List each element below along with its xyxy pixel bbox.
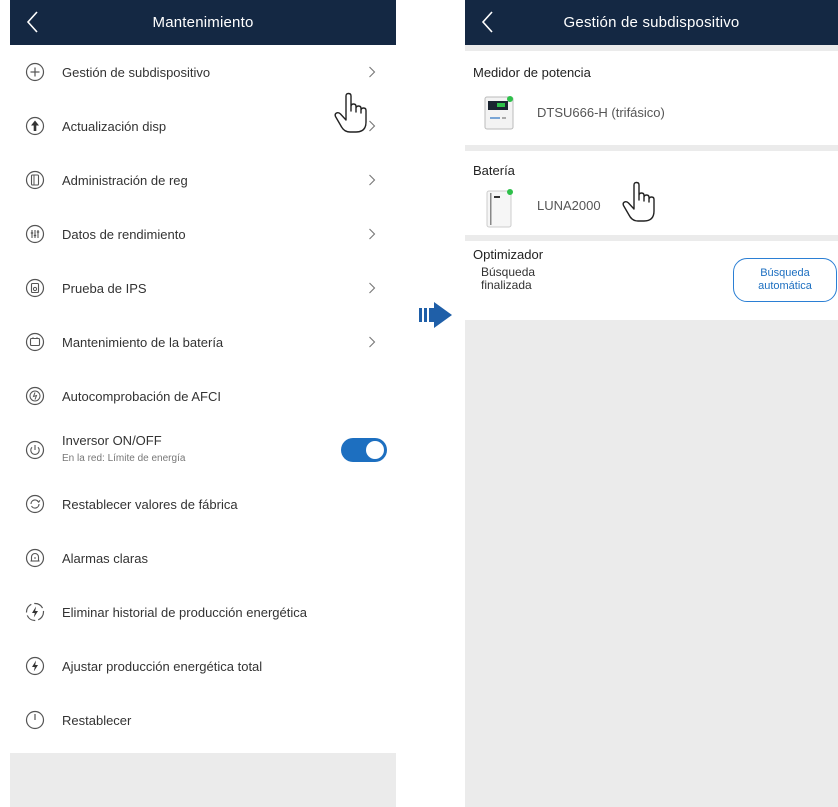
subdevice-management-screen: Gestión de subdispositivo Medidor de pot… bbox=[465, 0, 838, 807]
arrow-right-icon bbox=[419, 302, 452, 328]
menu-item-label: Ajustar producción energética total bbox=[62, 658, 263, 674]
chevron-right-icon bbox=[369, 66, 376, 78]
menu-item-label: Restablecer valores de fábrica bbox=[62, 496, 238, 512]
search-status-text: Búsqueda finalizada bbox=[481, 265, 536, 292]
maintenance-menu: Gestión de subdispositivo Actualización … bbox=[10, 45, 396, 747]
maintenance-screen: Mantenimiento Gestión de subdispositivo … bbox=[10, 0, 396, 807]
log-icon bbox=[25, 170, 45, 190]
inverter-toggle[interactable] bbox=[341, 438, 387, 462]
sliders-icon bbox=[25, 224, 45, 244]
hand-pointer-icon bbox=[334, 92, 367, 133]
auto-search-button[interactable]: Búsqueda automática bbox=[733, 258, 837, 302]
section-title: Medidor de potencia bbox=[473, 65, 591, 80]
chevron-left-icon[interactable] bbox=[24, 9, 42, 35]
chevron-right-icon bbox=[369, 282, 376, 294]
chevron-left-icon[interactable] bbox=[479, 9, 497, 35]
power-reset-icon bbox=[25, 710, 45, 730]
chevron-right-icon bbox=[369, 228, 376, 240]
hand-pointer-icon bbox=[622, 181, 655, 222]
menu-item-label: Restablecer bbox=[62, 712, 132, 728]
reset-factory-icon bbox=[25, 494, 45, 514]
section-title: Batería bbox=[473, 163, 515, 178]
menu-item-ips-test[interactable]: Prueba de IPS bbox=[10, 261, 396, 315]
menu-item-afci-self-test[interactable]: Autocomprobación de AFCI bbox=[10, 369, 396, 423]
battery-device-icon bbox=[486, 189, 513, 228]
menu-item-sublabel: En la red: Límite de energía bbox=[62, 453, 186, 464]
menu-item-label: Gestión de subdispositivo bbox=[62, 64, 211, 80]
menu-item-label: Prueba de IPS bbox=[62, 280, 147, 296]
menu-item-label: Actualización disp bbox=[62, 118, 167, 134]
battery-device-item[interactable] bbox=[483, 187, 515, 229]
menu-item-factory-reset[interactable]: Restablecer valores de fábrica bbox=[10, 477, 396, 531]
plus-circle-icon bbox=[25, 62, 45, 82]
chevron-right-icon bbox=[369, 174, 376, 186]
battery-device-label[interactable]: LUNA2000 bbox=[537, 198, 601, 213]
battery-icon bbox=[25, 332, 45, 352]
maintenance-header: Mantenimiento bbox=[10, 0, 396, 45]
menu-item-battery-maintenance[interactable]: Mantenimiento de la batería bbox=[10, 315, 396, 369]
afci-icon bbox=[25, 386, 45, 406]
page-title: Mantenimiento bbox=[152, 14, 254, 31]
menu-item-log-management[interactable]: Administración de reg bbox=[10, 153, 396, 207]
optimizer-section: Optimizador Búsqueda finalizada Búsqueda… bbox=[465, 241, 838, 320]
section-title: Optimizador bbox=[473, 247, 544, 262]
menu-item-clear-alarms[interactable]: Alarmas claras bbox=[10, 531, 396, 585]
menu-item-subdevice-management[interactable]: Gestión de subdispositivo bbox=[10, 45, 396, 99]
power-meter-device-item[interactable] bbox=[483, 93, 515, 133]
menu-item-delete-energy-history[interactable]: Eliminar historial de producción energét… bbox=[10, 585, 396, 639]
power-meter-device-label[interactable]: DTSU666-H (trifásico) bbox=[537, 105, 665, 120]
power-meter-section: Medidor de potencia DTSU666-H (trifásico… bbox=[465, 51, 838, 145]
menu-item-label: Inversor ON/OFF bbox=[62, 433, 162, 448]
menu-item-performance-data[interactable]: Datos de rendimiento bbox=[10, 207, 396, 261]
ips-test-icon bbox=[25, 278, 45, 298]
power-meter-device-icon bbox=[484, 96, 514, 130]
empty-footer-area bbox=[10, 753, 396, 807]
lightning-icon bbox=[25, 602, 45, 622]
page-title: Gestión de subdispositivo bbox=[563, 14, 740, 31]
menu-item-label: Autocomprobación de AFCI bbox=[62, 388, 221, 404]
menu-item-reset[interactable]: Restablecer bbox=[10, 693, 396, 747]
toggle-knob bbox=[366, 441, 384, 459]
power-icon bbox=[25, 440, 45, 460]
menu-item-label: Administración de reg bbox=[62, 172, 188, 188]
menu-item-label: Alarmas claras bbox=[62, 550, 148, 566]
lightning-adjust-icon bbox=[25, 656, 45, 676]
battery-section: Batería LUNA2000 bbox=[465, 151, 838, 235]
alarm-bell-icon bbox=[25, 548, 45, 568]
upload-arrow-icon bbox=[25, 116, 45, 136]
menu-item-label: Mantenimiento de la batería bbox=[62, 334, 224, 350]
chevron-right-icon bbox=[369, 336, 376, 348]
menu-item-adjust-total-energy[interactable]: Ajustar producción energética total bbox=[10, 639, 396, 693]
menu-item-inverter-on-off: Inversor ON/OFF En la red: Límite de ene… bbox=[10, 423, 396, 477]
subdevice-header: Gestión de subdispositivo bbox=[465, 0, 838, 45]
menu-item-label: Eliminar historial de producción energét… bbox=[62, 604, 307, 620]
menu-item-label: Datos de rendimiento bbox=[62, 226, 186, 242]
